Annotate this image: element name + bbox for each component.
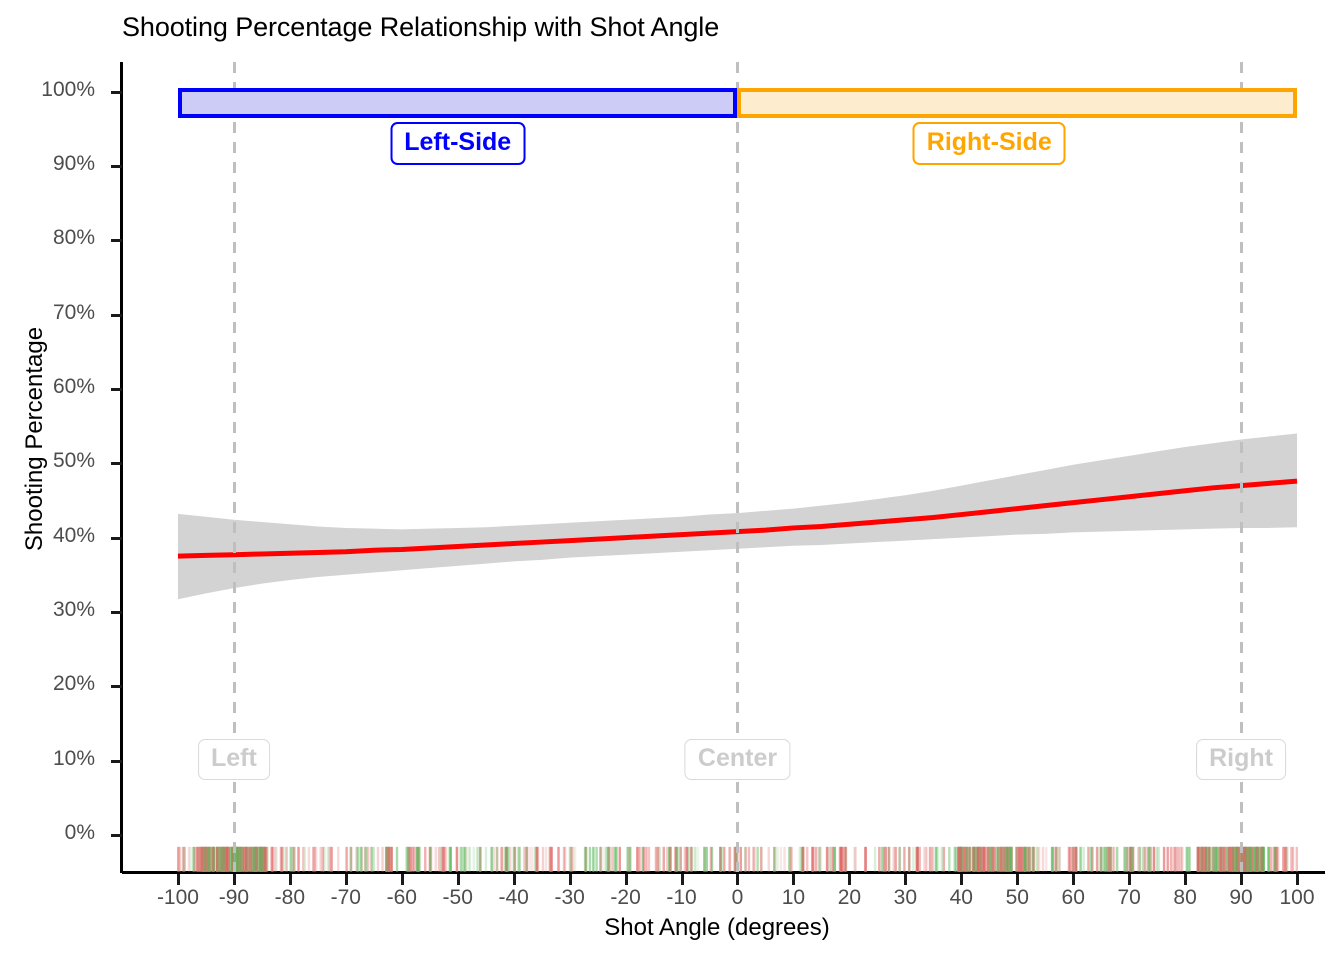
annotation-label-right-side: Right-Side: [912, 121, 1066, 165]
x-tick-label: 40: [949, 886, 973, 909]
x-tick-label: -40: [498, 886, 529, 909]
x-tick-mark: [288, 874, 292, 885]
y-tick-label: 100%: [41, 77, 95, 101]
y-tick-label: 10%: [52, 746, 95, 770]
x-tick-mark: [1240, 874, 1244, 885]
annotation-label-right: Right: [1196, 738, 1286, 780]
annotation-label-center: Center: [684, 738, 791, 780]
x-tick-label: 80: [1173, 886, 1197, 909]
x-tick-label: -70: [330, 886, 361, 909]
x-tick-mark: [848, 874, 852, 885]
x-tick-label: 50: [1005, 886, 1029, 909]
x-tick-mark: [624, 874, 628, 885]
side-bar-right-side: [737, 87, 1298, 118]
x-tick-label: -60: [386, 886, 417, 909]
annotation-label-left: Left: [197, 738, 270, 780]
x-tick-label: -90: [218, 886, 250, 909]
x-tick-label: -100: [156, 886, 199, 909]
y-tick-label: 50%: [52, 449, 95, 473]
y-axis-title: Shooting Percentage: [21, 326, 48, 552]
x-tick-label: 90: [1229, 886, 1253, 909]
x-tick-mark: [1072, 874, 1076, 885]
y-tick-label: 80%: [52, 226, 95, 250]
y-tick-mark: [111, 165, 122, 169]
x-tick-mark: [232, 874, 236, 885]
x-tick-mark: [512, 874, 516, 885]
x-tick-label: 10: [781, 886, 806, 909]
x-tick-label: 60: [1061, 886, 1085, 909]
y-tick-mark: [111, 239, 122, 243]
x-tick-mark: [400, 874, 404, 885]
x-tick-mark: [1184, 874, 1188, 885]
x-tick-label: -30: [554, 886, 585, 909]
x-tick-mark: [1296, 874, 1300, 885]
x-axis-title-text: Shot Angle (degrees): [604, 914, 830, 941]
x-tick-label: 0: [731, 886, 744, 909]
x-tick-label: -20: [610, 886, 641, 909]
x-tick-mark: [736, 874, 740, 885]
x-tick-mark: [792, 874, 796, 885]
x-tick-label: -50: [442, 886, 473, 909]
y-tick-label: 40%: [52, 523, 95, 547]
y-tick-label: 60%: [52, 374, 95, 398]
y-tick-mark: [111, 90, 122, 94]
chart-canvas: Shooting Percentage Relationship with Sh…: [0, 0, 1344, 960]
y-tick-mark: [111, 833, 122, 837]
y-tick-mark: [111, 462, 122, 466]
y-tick-mark: [111, 387, 122, 391]
y-tick-mark: [111, 313, 122, 317]
x-tick-mark: [344, 874, 348, 885]
y-tick-label: 0%: [64, 820, 95, 844]
y-tick-label: 30%: [52, 597, 95, 621]
annotation-label-left-side: Left-Side: [390, 121, 526, 165]
y-tick-mark: [111, 685, 122, 689]
x-tick-mark: [904, 874, 908, 885]
x-tick-mark: [456, 874, 460, 885]
x-tick-label: 20: [837, 886, 862, 909]
x-tick-label: 30: [893, 886, 918, 909]
x-tick-label: -80: [274, 886, 306, 909]
x-tick-label: 70: [1117, 886, 1141, 909]
y-tick-label: 20%: [52, 672, 95, 696]
y-tick-label: 70%: [52, 300, 95, 324]
x-tick-label: -10: [666, 886, 697, 909]
x-tick-mark: [1016, 874, 1020, 885]
x-tick-mark: [568, 874, 572, 885]
y-tick-mark: [111, 759, 122, 763]
y-tick-label: 90%: [52, 152, 95, 176]
y-tick-mark: [111, 610, 122, 614]
page-title: Shooting Percentage Relationship with Sh…: [122, 12, 720, 42]
y-tick-mark: [111, 536, 122, 540]
x-tick-mark: [680, 874, 684, 885]
x-tick-label: 100: [1279, 886, 1315, 909]
side-bar-left-side: [177, 87, 738, 118]
x-axis-title: Shot Angle (degrees): [0, 914, 1344, 942]
x-tick-mark: [960, 874, 964, 885]
x-tick-mark: [176, 874, 180, 885]
x-tick-mark: [1128, 874, 1132, 885]
